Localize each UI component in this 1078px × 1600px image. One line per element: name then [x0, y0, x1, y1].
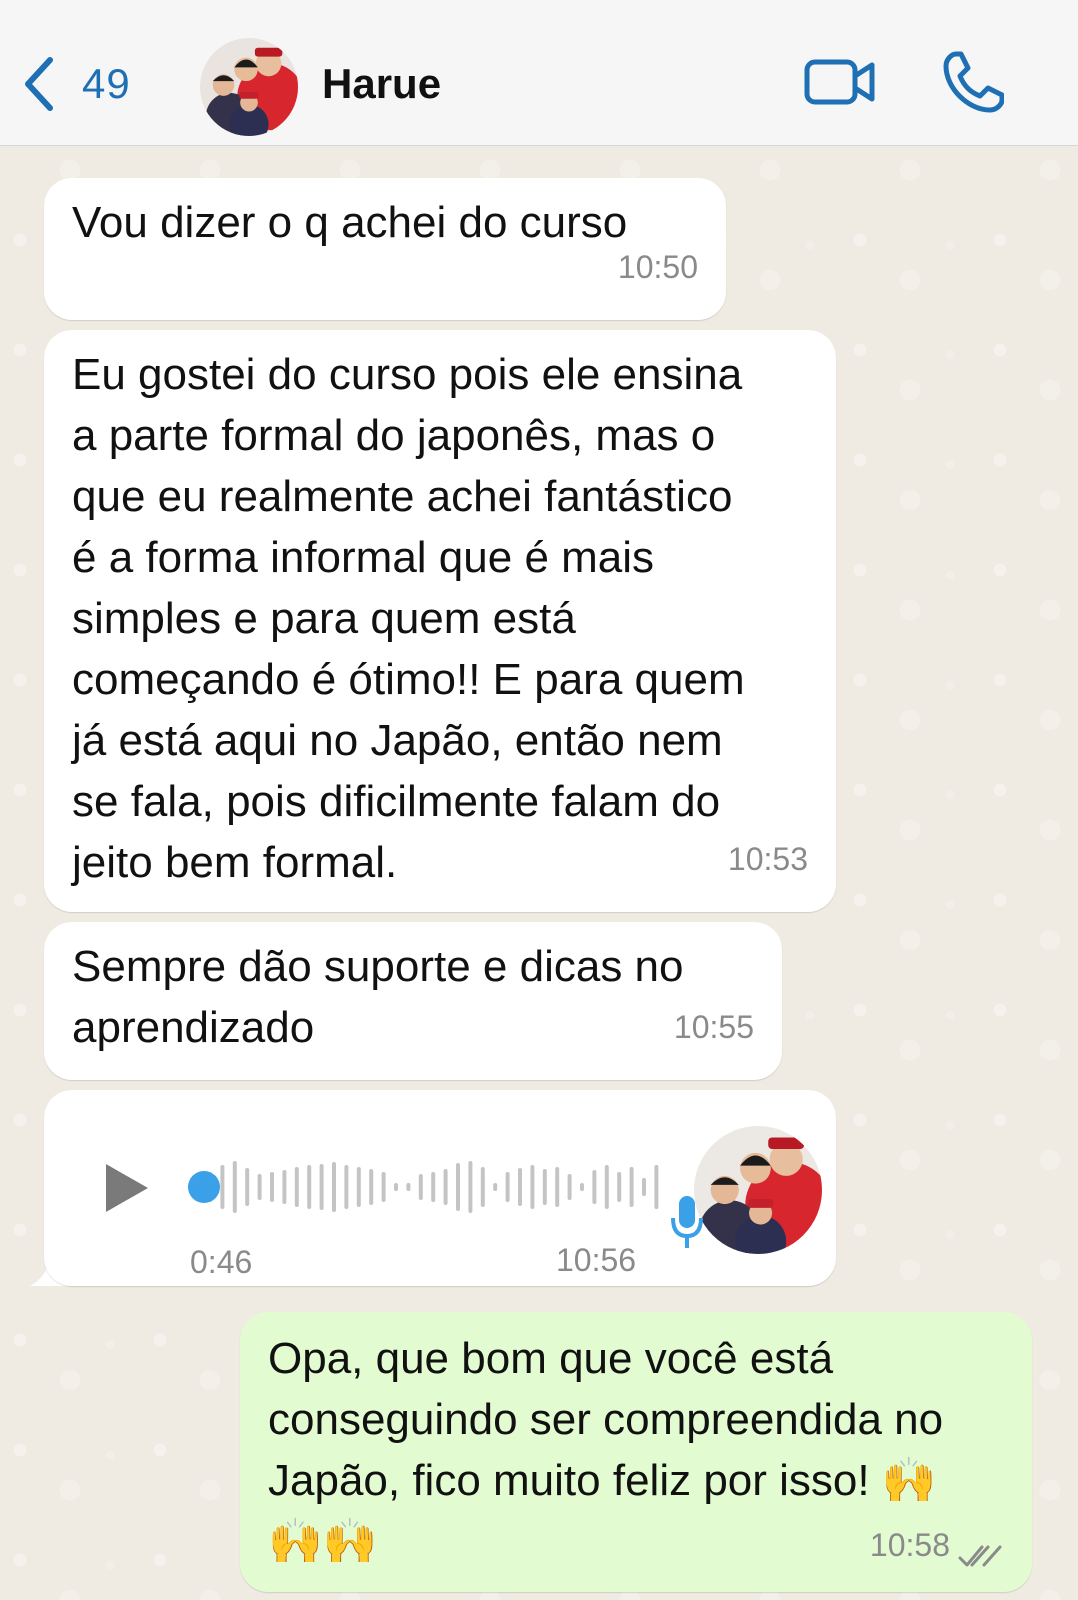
waveform-bar	[654, 1165, 659, 1209]
message-time: 10:56	[556, 1242, 637, 1278]
message-text: Eu gostei do curso pois ele ensina a par…	[72, 350, 745, 887]
waveform-bar	[406, 1183, 411, 1191]
waveform-bar	[245, 1168, 250, 1206]
waveform-bar	[257, 1174, 262, 1200]
sender-avatar	[694, 1126, 822, 1254]
back-button[interactable]: 49	[22, 52, 152, 116]
waveform-bar	[480, 1167, 485, 1207]
message-text: Vou dizer o q achei do curso	[72, 198, 628, 247]
waveform-bar	[418, 1174, 423, 1200]
message-bubble[interactable]: Vou dizer o q achei do curso 10:50	[44, 178, 726, 320]
waveform-bar	[294, 1167, 299, 1207]
waveform-bar	[518, 1168, 522, 1206]
voice-waveform[interactable]	[184, 1152, 684, 1222]
waveform-bar	[493, 1183, 498, 1191]
playback-scrubber[interactable]	[188, 1171, 220, 1203]
waveform-bar	[542, 1169, 547, 1205]
message-bubble[interactable]: Eu gostei do curso pois ele ensina a par…	[44, 330, 836, 912]
waveform-bar	[220, 1165, 225, 1209]
message-bubble-outgoing[interactable]: Opa, que bom que você está conseguindo s…	[240, 1312, 1032, 1592]
phone-icon[interactable]	[942, 50, 1004, 114]
waveform-bar	[270, 1172, 274, 1202]
waveform-bar	[332, 1162, 336, 1212]
waveform-bar	[567, 1174, 572, 1200]
video-camera-icon[interactable]	[804, 54, 876, 110]
waveform-bar	[344, 1165, 349, 1209]
waveform-bar	[369, 1169, 374, 1205]
waveform-bar	[319, 1164, 324, 1210]
waveform-bar	[555, 1167, 560, 1207]
waveform-bar	[505, 1172, 510, 1202]
waveform-bar	[629, 1167, 634, 1207]
play-icon[interactable]	[102, 1160, 152, 1216]
waveform-bar	[468, 1161, 473, 1213]
chat-header: 49 Harue	[0, 0, 1078, 146]
waveform-bar	[642, 1178, 646, 1196]
message-bubble[interactable]: Sempre dão suporte e dicas no aprendizad…	[44, 922, 782, 1080]
waveform-bar	[307, 1165, 312, 1209]
voice-duration: 0:46	[190, 1244, 253, 1280]
waveform-bar	[456, 1163, 460, 1211]
voice-message[interactable]: 0:46 10:56	[44, 1090, 836, 1286]
message-text: Sempre dão suporte e dicas no aprendizad…	[72, 942, 684, 1052]
waveform-bar	[592, 1170, 597, 1204]
waveform-bar	[356, 1167, 361, 1207]
message-time: 10:58	[869, 1527, 950, 1563]
waveform-bar	[394, 1183, 398, 1191]
unread-count: 49	[82, 60, 131, 107]
message-time: 10:50	[617, 249, 698, 285]
waveform-bar	[617, 1172, 622, 1202]
message-time: 10:53	[727, 841, 808, 877]
chevron-left-icon	[25, 57, 53, 111]
waveform-bar	[580, 1183, 584, 1191]
double-check-icon	[958, 1545, 1002, 1567]
waveform-bar	[282, 1170, 287, 1204]
waveform-bar	[530, 1165, 535, 1209]
message-time: 10:55	[673, 1009, 754, 1045]
contact-avatar[interactable]	[200, 38, 298, 136]
waveform-bar	[431, 1172, 436, 1202]
waveform-bar	[381, 1172, 386, 1202]
waveform-bar	[604, 1165, 609, 1209]
waveform-bar	[232, 1161, 237, 1213]
waveform-bar	[443, 1169, 448, 1205]
microphone-icon	[671, 1196, 703, 1248]
contact-name[interactable]: Harue	[322, 60, 441, 108]
